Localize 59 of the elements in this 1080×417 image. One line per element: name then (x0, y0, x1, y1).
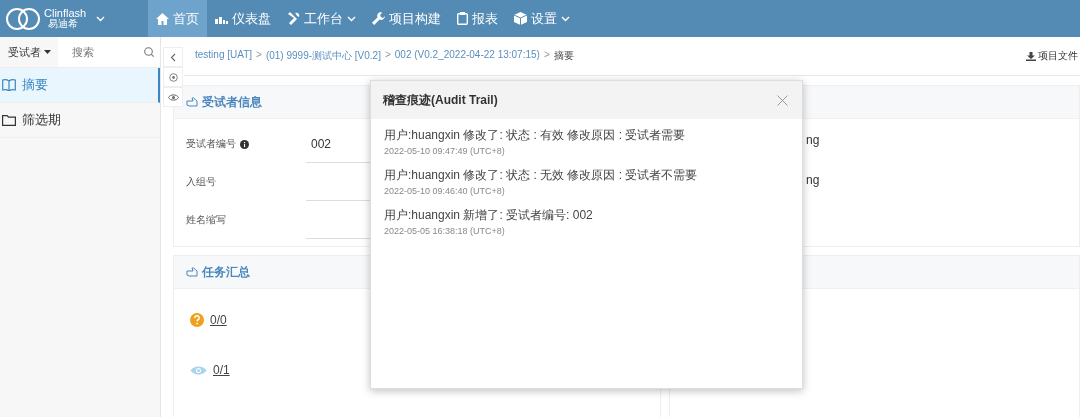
book-icon (2, 79, 16, 91)
field-label: 姓名缩写 (186, 213, 227, 227)
breadcrumb-link[interactable]: testing [UAT] (195, 49, 253, 63)
audit-entry-text: 用户:huangxin 新增了: 受试者编号: 002 (384, 207, 594, 224)
nav-tab[interactable]: 工作台 (279, 0, 364, 37)
sidebar-item[interactable]: 筛选期 (0, 103, 160, 138)
breadcrumb-link[interactable]: (01) 9999-测试中心 [V0.2] (265, 49, 381, 63)
dot-circle-icon (168, 72, 178, 82)
audit-entry-text: 用户:huangxin 修改了: 状态 : 有效 修改原因 : 受试者需要 (384, 127, 687, 144)
brand-name: Clinflash (44, 8, 87, 19)
field-label: 入组号 (186, 175, 217, 189)
sidebar-item[interactable]: 摘要 (0, 68, 160, 103)
search-field[interactable]: 搜索 (70, 45, 144, 59)
download-icon (1026, 51, 1036, 61)
eye-icon (190, 364, 207, 376)
folder-icon (2, 114, 16, 126)
breadcrumb-separator: > (543, 49, 550, 62)
logo-icon (6, 7, 40, 30)
nav-tab[interactable]: 设置 (506, 0, 578, 37)
audit-entry-time: 2022-05-10 09:46:40 (UTC+8) (384, 186, 506, 196)
filter-dropdown[interactable]: 受试者 (0, 37, 58, 67)
close-button[interactable] (775, 92, 790, 108)
hand-pointer-icon (186, 267, 198, 277)
audit-entry-time: 2022-05-10 09:47:49 (UTC+8) (384, 146, 506, 156)
eye-icon (167, 93, 179, 101)
field-value: ng (806, 133, 820, 147)
panel-title: 受试者信息 (202, 93, 262, 111)
breadcrumb-link[interactable]: 002 (V0.2_2022-04-22 13:07:15) (394, 49, 540, 63)
clipboard-icon (457, 12, 468, 25)
nav-tab[interactable]: 仪表盘 (207, 0, 279, 37)
audit-entry-text: 用户:huangxin 修改了: 状态 : 无效 修改原因 : 受试者不需要 (384, 167, 699, 184)
brand-subtitle: 易迪希 (48, 19, 79, 29)
question-icon (190, 313, 204, 327)
wrench-icon (372, 12, 385, 25)
chevron-down-icon (96, 15, 106, 22)
project-files-link[interactable]: 项目文件 (1026, 49, 1078, 63)
close-icon (777, 94, 788, 106)
breadcrumb-separator: > (384, 49, 391, 62)
breadcrumb-link[interactable]: 摘要 (553, 49, 574, 63)
task-count-link[interactable]: 0/0 (210, 313, 227, 327)
audit-entry-time: 2022-05-05 16:38:18 (UTC+8) (384, 226, 506, 236)
field-label: 受试者编号 (186, 137, 306, 151)
panel-title: 任务汇总 (202, 263, 250, 281)
nav-tab[interactable]: 项目构建 (364, 0, 449, 37)
dialog-title: 稽查痕迹(Audit Trail) (383, 91, 498, 109)
chevron-left-icon (170, 52, 176, 62)
cube-icon (514, 12, 527, 25)
search-icon (144, 47, 154, 57)
field-value: ng (806, 173, 820, 187)
collapse-button[interactable] (163, 47, 183, 67)
task-count-link[interactable]: 0/1 (213, 363, 230, 377)
nav-tab[interactable]: 首页 (148, 0, 207, 37)
hand-pointer-icon (186, 97, 198, 107)
nav-tab[interactable]: 报表 (449, 0, 506, 37)
home-icon (156, 12, 169, 25)
caret-icon (44, 50, 51, 54)
view-button[interactable] (163, 87, 183, 107)
breadcrumb-separator: > (256, 49, 262, 62)
target-button[interactable] (163, 67, 183, 87)
